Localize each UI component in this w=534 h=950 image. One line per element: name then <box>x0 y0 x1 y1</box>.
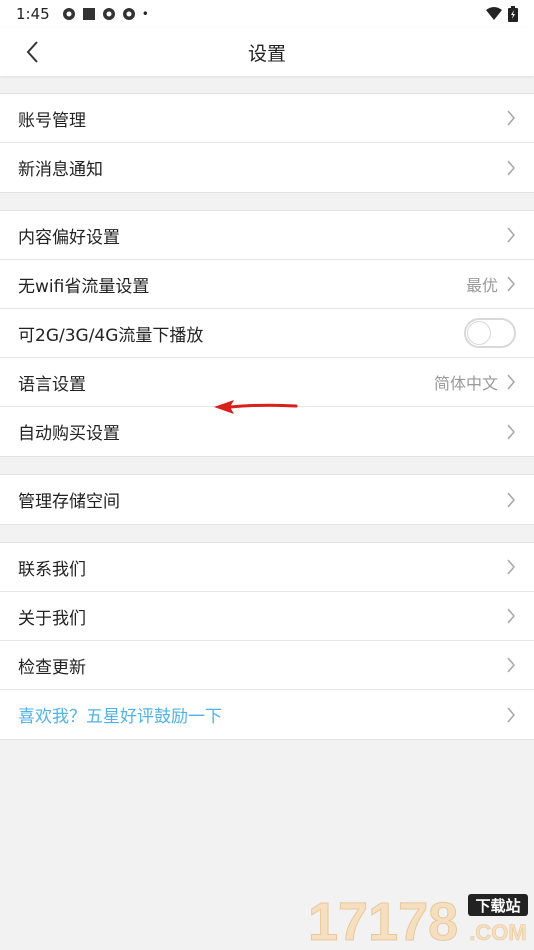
annotation-arrow <box>214 400 298 414</box>
content-preference-row[interactable]: 内容偏好设置 <box>0 211 534 260</box>
chevron-right-icon <box>502 705 516 725</box>
data-saving-row[interactable]: 无wifi省流量设置 最优 <box>0 260 534 309</box>
chevron-right-icon <box>502 557 516 577</box>
row-label: 可2G/3G/4G流量下播放 <box>18 325 204 346</box>
row-label: 内容偏好设置 <box>18 227 120 248</box>
chevron-right-icon <box>502 158 516 178</box>
toggle-knob <box>467 321 491 345</box>
chevron-right-icon <box>502 274 516 294</box>
more-notifications-dot: • <box>141 7 149 21</box>
row-label: 联系我们 <box>18 559 86 580</box>
mobile-data-play-row: 可2G/3G/4G流量下播放 <box>0 309 534 358</box>
page-title: 设置 <box>247 42 286 65</box>
row-value: 最优 <box>465 276 498 295</box>
row-label: 语言设置 <box>18 374 86 395</box>
notification-icon <box>62 8 75 20</box>
row-label: 自动购买设置 <box>18 424 120 444</box>
watermark-number: 17178 <box>308 892 458 946</box>
row-label: 无wifi省流量设置 <box>18 276 150 297</box>
status-time: 1:45 <box>16 5 50 23</box>
chevron-right-icon <box>502 225 516 245</box>
row-label: 管理存储空间 <box>18 492 120 512</box>
chevron-left-icon <box>26 41 38 63</box>
settings-group-storage: 管理存储空间 <box>0 474 534 525</box>
image-notification-icon <box>82 8 95 20</box>
watermark-domain: .COM <box>469 920 526 945</box>
notification-settings-row[interactable]: 新消息通知 <box>0 143 534 192</box>
row-label: 喜欢我？五星好评鼓励一下 <box>18 707 222 727</box>
about-us-row[interactable]: 关于我们 <box>0 592 534 641</box>
battery-icon <box>508 6 518 22</box>
check-update-row[interactable]: 检查更新 <box>0 641 534 690</box>
manage-storage-row[interactable]: 管理存储空间 <box>0 475 534 524</box>
notification-icon <box>122 8 135 20</box>
chevron-right-icon <box>502 372 516 392</box>
wifi-icon <box>486 7 502 20</box>
settings-group-about: 联系我们 关于我们 检查更新 喜欢我？五星好评鼓励一下 <box>0 542 534 740</box>
back-button[interactable] <box>18 38 46 66</box>
row-label: 关于我们 <box>18 608 86 629</box>
notification-icon <box>102 8 115 20</box>
chevron-right-icon <box>502 606 516 626</box>
watermark-badge: 下载站 <box>475 897 520 915</box>
chevron-right-icon <box>502 108 516 128</box>
watermark-logo: 17178 下载站 .COM <box>308 892 528 946</box>
contact-us-row[interactable]: 联系我们 <box>0 543 534 592</box>
row-value: 简体中文 <box>433 374 498 393</box>
chevron-right-icon <box>502 490 516 510</box>
chevron-right-icon <box>502 422 516 442</box>
mobile-data-toggle[interactable] <box>464 318 516 348</box>
status-bar: 1:45 • <box>0 0 534 28</box>
rate-us-row[interactable]: 喜欢我？五星好评鼓励一下 <box>0 690 534 739</box>
top-bar: 设置 <box>0 28 534 76</box>
row-label: 新消息通知 <box>18 160 103 180</box>
row-label: 账号管理 <box>18 110 86 131</box>
settings-group-account: 账号管理 新消息通知 <box>0 93 534 193</box>
settings-group-content: 内容偏好设置 无wifi省流量设置 最优 可2G/3G/4G流量下播放 语言设置… <box>0 210 534 457</box>
row-label: 检查更新 <box>18 657 86 678</box>
account-management-row[interactable]: 账号管理 <box>0 94 534 143</box>
chevron-right-icon <box>502 655 516 675</box>
